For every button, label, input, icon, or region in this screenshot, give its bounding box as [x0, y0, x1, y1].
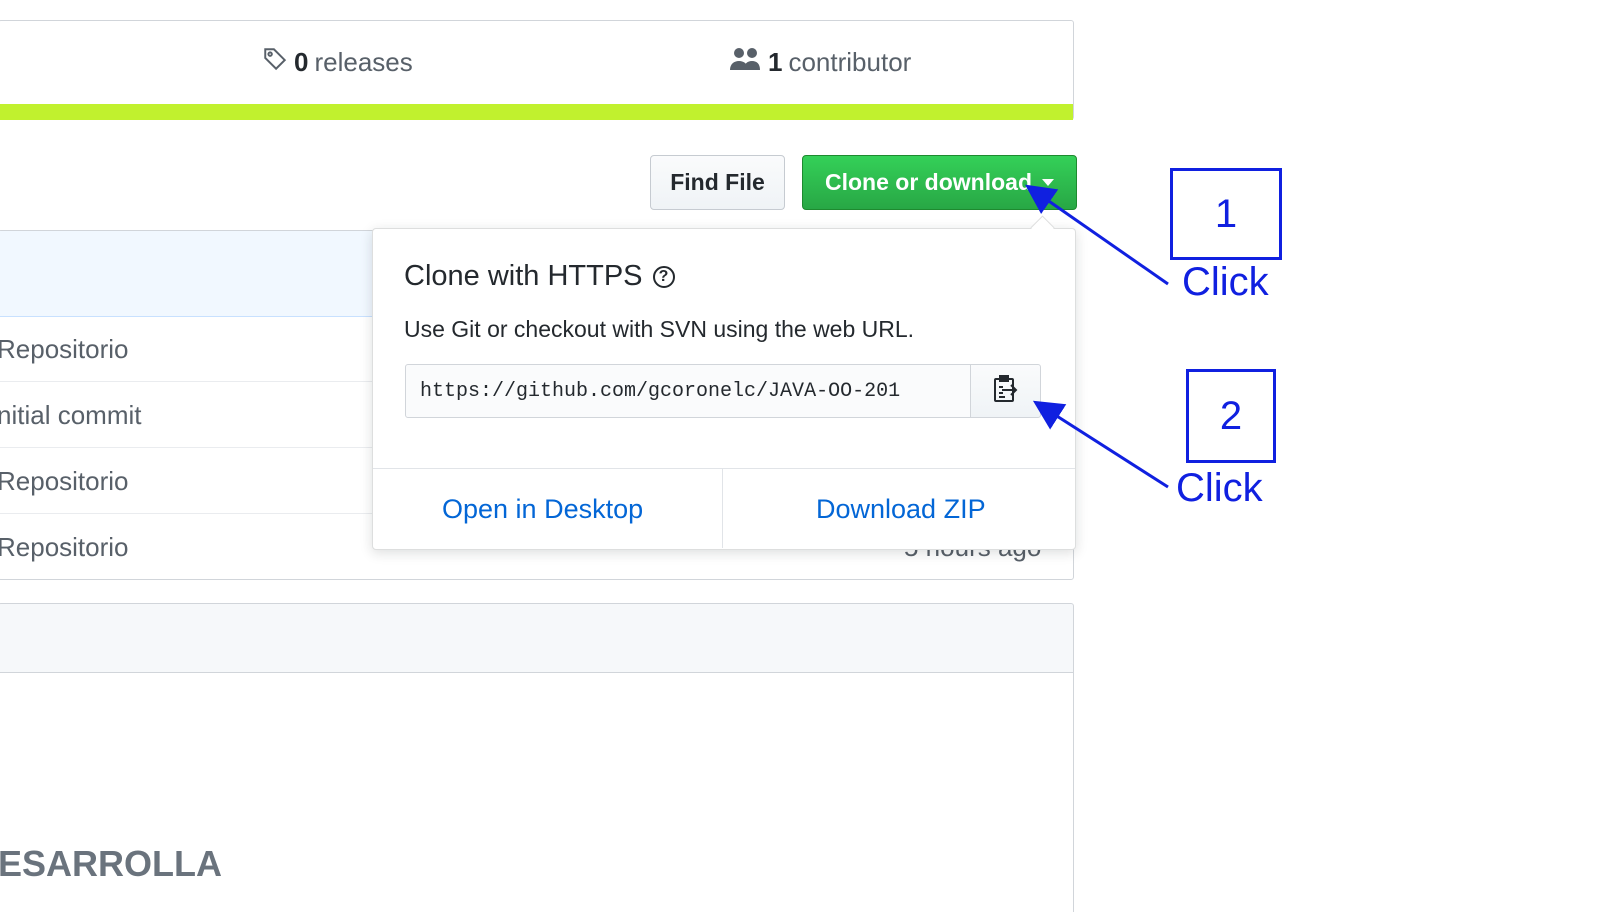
- annotation-arrow-2: [1032, 400, 1169, 489]
- annotation-arrows: [1025, 184, 1169, 489]
- annotation-arrow-1: [1025, 184, 1169, 286]
